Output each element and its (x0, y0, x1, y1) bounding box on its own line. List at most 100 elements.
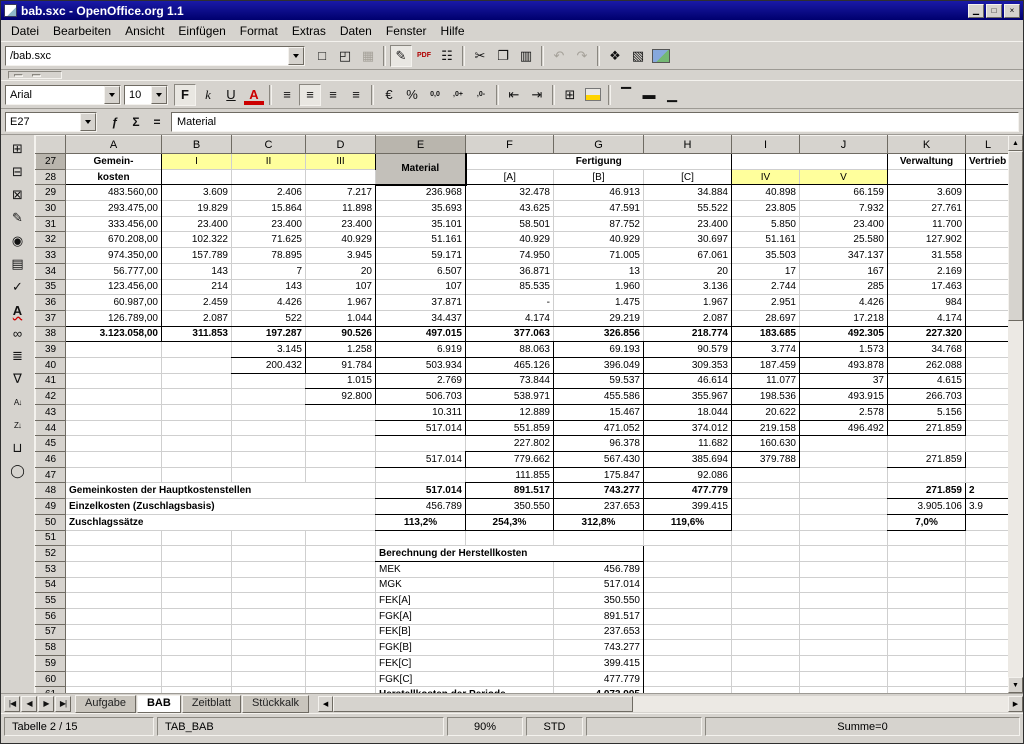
cell-G38[interactable]: 326.856 (554, 326, 644, 342)
name-box[interactable]: E27 (5, 112, 97, 132)
cell-B55[interactable] (162, 593, 232, 609)
cell-E40[interactable]: 503.934 (376, 357, 466, 373)
cell-A52[interactable] (66, 546, 162, 562)
cell-H56[interactable] (644, 608, 732, 624)
cell-A56[interactable] (66, 608, 162, 624)
cell-L56[interactable] (966, 608, 1009, 624)
cell-J54[interactable] (800, 577, 888, 593)
cell-G31[interactable]: 87.752 (554, 216, 644, 232)
cell-E29[interactable]: 236.968 (376, 185, 466, 201)
cell-I55[interactable] (732, 593, 800, 609)
cell-H42[interactable]: 355.967 (644, 389, 732, 405)
cell-E50[interactable]: 113,2% (376, 514, 466, 530)
row-header-58[interactable]: 58 (36, 640, 66, 656)
cell-A31[interactable]: 333.456,00 (66, 216, 162, 232)
add-decimal-button[interactable]: ,0+ (447, 84, 469, 106)
previous-sheet-button[interactable]: ◀ (21, 696, 37, 712)
cell-L59[interactable] (966, 656, 1009, 672)
cell-L28[interactable] (966, 169, 1009, 185)
column-header-J[interactable]: J (800, 136, 888, 154)
cell-H31[interactable]: 23.400 (644, 216, 732, 232)
save-document-icon[interactable]: ▦ (357, 45, 379, 67)
cell-B30[interactable]: 19.829 (162, 201, 232, 217)
cell-K44[interactable]: 271.859 (888, 420, 966, 436)
cell-C30[interactable]: 15.864 (232, 201, 306, 217)
cell-I36[interactable]: 2.951 (732, 295, 800, 311)
column-header-K[interactable]: K (888, 136, 966, 154)
cell-J28[interactable]: V (800, 169, 888, 185)
cell-E42[interactable]: 506.703 (376, 389, 466, 405)
row-header-52[interactable]: 52 (36, 546, 66, 562)
cell-L36[interactable] (966, 295, 1009, 311)
cell-G45[interactable]: 96.378 (554, 436, 644, 452)
cell-J34[interactable]: 167 (800, 263, 888, 279)
row-header-35[interactable]: 35 (36, 279, 66, 295)
cell-B31[interactable]: 23.400 (162, 216, 232, 232)
sheet-tab-stückkalk[interactable]: Stückkalk (242, 695, 309, 713)
column-header-E[interactable]: E (376, 136, 466, 154)
cell-C52[interactable] (232, 546, 306, 562)
row-header-38[interactable]: 38 (36, 326, 66, 342)
cell-D41[interactable]: 1.015 (306, 373, 376, 389)
cell-C31[interactable]: 23.400 (232, 216, 306, 232)
cell-F38[interactable]: 377.063 (466, 326, 554, 342)
cell-H55[interactable] (644, 593, 732, 609)
align-top-button[interactable]: ▔ (615, 84, 637, 106)
cell-K41[interactable]: 4.615 (888, 373, 966, 389)
row-header-56[interactable]: 56 (36, 608, 66, 624)
cell-C56[interactable] (232, 608, 306, 624)
cell-I31[interactable]: 5.850 (732, 216, 800, 232)
cell-F37[interactable]: 4.174 (466, 310, 554, 326)
cell-J53[interactable] (800, 561, 888, 577)
cell-J50[interactable] (800, 514, 888, 530)
sort-ascending-icon[interactable]: A↓ (6, 391, 30, 413)
currency-format-button[interactable]: € (378, 84, 400, 106)
cell-H47[interactable]: 92.086 (644, 467, 732, 483)
cell-E47[interactable] (376, 467, 466, 483)
select-all-corner[interactable] (36, 136, 66, 154)
column-header-C[interactable]: C (232, 136, 306, 154)
cell-F34[interactable]: 36.871 (466, 263, 554, 279)
cell-D33[interactable]: 3.945 (306, 248, 376, 264)
row-header-28[interactable]: 28 (36, 169, 66, 185)
background-color-button[interactable] (585, 88, 601, 101)
cell-E38[interactable]: 497.015 (376, 326, 466, 342)
cell-B40[interactable] (162, 357, 232, 373)
cell-I45[interactable]: 160.630 (732, 436, 800, 452)
cell-A47[interactable] (66, 467, 162, 483)
cell-H44[interactable]: 374.012 (644, 420, 732, 436)
cell-K32[interactable]: 127.902 (888, 232, 966, 248)
cell-D34[interactable]: 20 (306, 263, 376, 279)
cell-F36[interactable]: - (466, 295, 554, 311)
cell-L27[interactable]: Vertrieb (966, 154, 1009, 170)
cell-K56[interactable] (888, 608, 966, 624)
cell-G47[interactable]: 175.847 (554, 467, 644, 483)
cell-L45[interactable] (966, 436, 1009, 452)
cell-L43[interactable] (966, 405, 1009, 421)
cell-G33[interactable]: 71.005 (554, 248, 644, 264)
cell-C59[interactable] (232, 656, 306, 672)
cell-K45[interactable] (888, 436, 966, 452)
cell-F49[interactable]: 350.550 (466, 499, 554, 515)
navigator-icon[interactable]: ❖ (604, 45, 626, 67)
delete-decimal-button[interactable]: ,0- (470, 84, 492, 106)
cell-L58[interactable] (966, 640, 1009, 656)
cell-G46[interactable]: 567.430 (554, 452, 644, 468)
cell-H38[interactable]: 218.774 (644, 326, 732, 342)
cell-G35[interactable]: 1.960 (554, 279, 644, 295)
column-header-D[interactable]: D (306, 136, 376, 154)
column-header-F[interactable]: F (466, 136, 554, 154)
cell-C34[interactable]: 7 (232, 263, 306, 279)
form-functions-icon[interactable]: ◉ (6, 230, 30, 252)
cell-L46[interactable] (966, 452, 1009, 468)
cell-L55[interactable] (966, 593, 1009, 609)
scroll-left-button[interactable]: ◀ (318, 696, 333, 712)
cell-H35[interactable]: 3.136 (644, 279, 732, 295)
cell-I47[interactable] (732, 467, 800, 483)
cell-L39[interactable] (966, 342, 1009, 358)
cell-K28[interactable] (888, 169, 966, 185)
cell-C29[interactable]: 2.406 (232, 185, 306, 201)
cell-D43[interactable] (306, 405, 376, 421)
row-header-54[interactable]: 54 (36, 577, 66, 593)
cell-I40[interactable]: 187.459 (732, 357, 800, 373)
